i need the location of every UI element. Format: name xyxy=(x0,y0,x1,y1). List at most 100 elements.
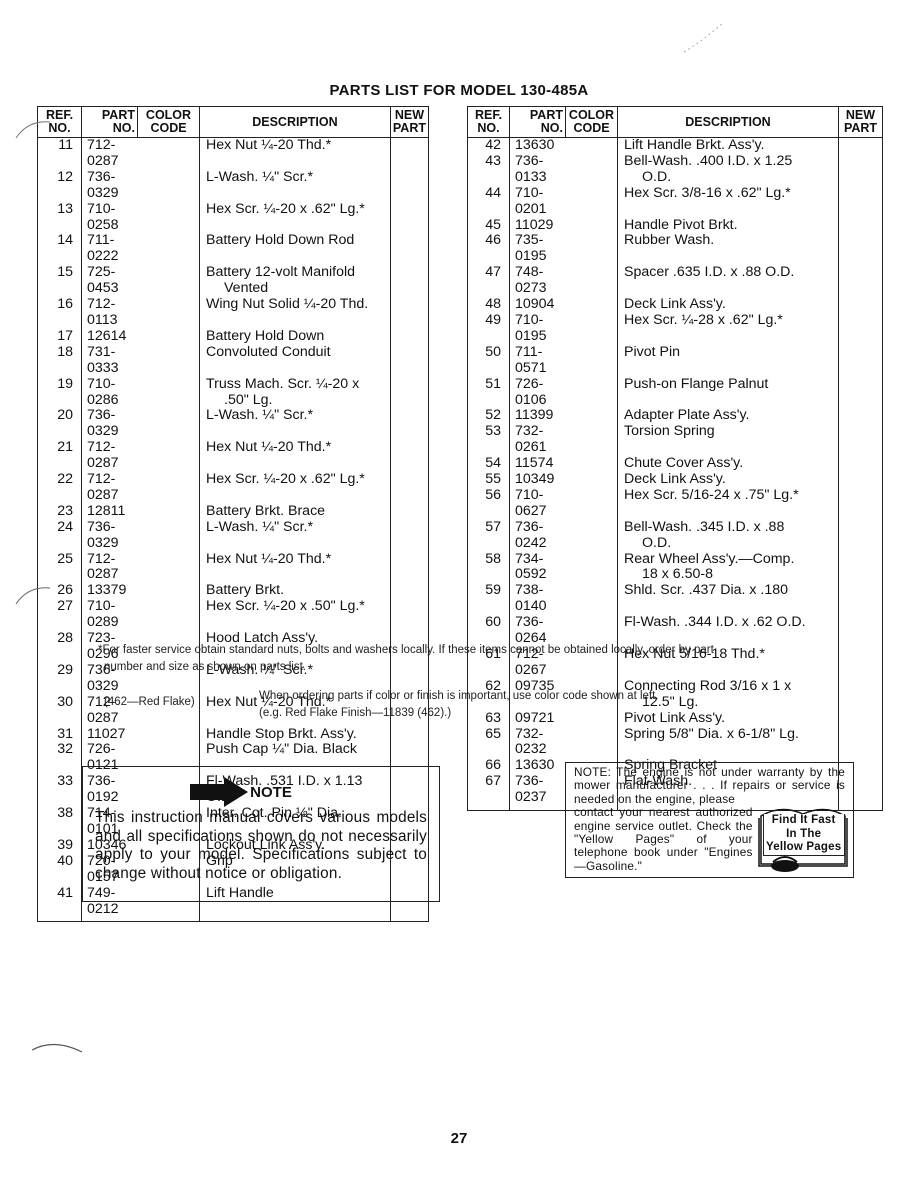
color-code-cell xyxy=(138,520,200,552)
note-title: NOTE xyxy=(250,783,292,801)
footnote-asterisk-line2: number and size as shown on parts list. xyxy=(104,661,306,673)
color-code-cell xyxy=(138,233,200,265)
badge-line2: In The xyxy=(786,827,822,840)
note-body: This instruction manual covers various m… xyxy=(95,809,427,882)
scan-mark-arc xyxy=(31,1043,83,1053)
color-code-cell xyxy=(566,583,618,615)
note-box: NOTE This instruction manual covers vari… xyxy=(82,766,440,902)
color-code-cell xyxy=(566,488,618,520)
new-part-cell xyxy=(838,710,883,727)
new-part-cell xyxy=(389,472,430,504)
table-row: 45 11029 Handle Pivot Brkt. xyxy=(467,217,883,234)
part-no-cell: 11399 xyxy=(509,408,566,425)
description-cell: Deck Link Ass'y. xyxy=(617,296,839,313)
new-part-cell xyxy=(389,519,430,552)
description-text: Deck Link Ass'y. xyxy=(624,471,726,488)
description-text: Hex Scr. 3/8-16 x .62" Lg.* xyxy=(624,184,791,201)
ref-no-cell: 22 xyxy=(37,471,82,504)
color-code-note-line1: When ordering parts if color or finish i… xyxy=(259,690,659,702)
table-row: 15 725-0453 Battery 12-volt Manifold Vented xyxy=(37,264,430,298)
description-cell: Hex Scr. 3/8-16 x .62" Lg.* xyxy=(617,184,839,218)
part-no-cell: 10904 xyxy=(509,296,566,313)
scan-mark-arc xyxy=(15,121,51,139)
description-cell: Hex Nut ¼-20 Thd.* xyxy=(199,550,391,584)
table-row: 51 726-0106 Push-on Flange Palnut xyxy=(467,376,883,409)
color-code-cell xyxy=(566,727,618,759)
new-part-cell xyxy=(838,583,883,616)
table-row: 22 712-0287 Hex Scr. ¼-20 x .62" Lg.* xyxy=(37,471,430,504)
header-new-part: NEW PART xyxy=(838,106,883,138)
new-part-cell xyxy=(838,487,883,520)
color-code-label: (462—Red Flake) xyxy=(104,696,195,708)
ref-no-cell: 43 xyxy=(467,153,510,186)
color-code-cell xyxy=(138,472,200,504)
part-no-cell: 710-0286 xyxy=(81,376,138,409)
color-code-cell xyxy=(566,456,618,472)
description-cell: Battery 12-volt Manifold Vented xyxy=(199,264,391,298)
color-code-cell xyxy=(138,440,200,472)
description-text: Chute Cover Ass'y. xyxy=(624,455,744,472)
table-row: 21 712-0287 Hex Nut ¼-20 Thd.* xyxy=(37,439,430,473)
description-text: Battery Brkt. Brace xyxy=(206,502,326,519)
description-cell: L-Wash. ¼" Scr.* xyxy=(199,169,391,202)
description-text: Truss Mach. Scr. ¼-20 x xyxy=(206,375,360,392)
color-code-cell xyxy=(138,329,200,345)
new-part-cell xyxy=(389,551,430,584)
ref-no-cell: 17 xyxy=(37,328,82,345)
ref-no-cell: 29 xyxy=(37,662,82,695)
description-text: Rear Wheel Ass'y.—Comp. xyxy=(624,550,795,567)
part-no-cell: 711-0222 xyxy=(81,233,138,266)
color-code-cell xyxy=(138,583,200,599)
header-color-code: COLOR CODE xyxy=(565,106,618,138)
new-part-cell xyxy=(838,726,883,759)
new-part-cell xyxy=(389,201,430,234)
new-part-cell xyxy=(838,647,883,679)
description-text: Battery Hold Down Rod xyxy=(206,232,355,249)
part-no-cell: 736-0329 xyxy=(81,169,138,202)
table-row: 56 710-0627 Hex Scr. 5/16-24 x .75" Lg.* xyxy=(467,487,883,520)
table-row: 14 711-0222 Battery Hold Down Rod xyxy=(37,232,430,266)
new-part-cell xyxy=(838,217,883,234)
table-row: 54 11574 Chute Cover Ass'y. xyxy=(467,455,883,473)
header-ref-no: REF. NO. xyxy=(467,106,510,138)
description-text: Spacer .635 I.D. x .88 O.D. xyxy=(624,264,795,281)
new-part-cell xyxy=(838,265,883,298)
engine-warranty-box: NOTE: The engine is not under warranty b… xyxy=(565,762,854,878)
new-part-cell xyxy=(838,408,883,425)
table-row: 16 712-0113 Wing Nut Solid ¼-20 Thd. xyxy=(37,296,430,329)
ref-no-cell: 56 xyxy=(467,487,510,520)
ref-no-cell: 41 xyxy=(37,885,82,922)
description-cell: Handle Pivot Brkt. xyxy=(617,217,839,234)
part-no-cell: 12614 xyxy=(81,328,138,345)
description-cell: Deck Link Ass'y. xyxy=(617,471,839,488)
new-part-cell xyxy=(838,424,883,457)
footnote-asterisk: *For faster service obtain standard nuts… xyxy=(98,642,714,676)
color-code-cell xyxy=(566,377,618,409)
footnote-asterisk-line1: *For faster service obtain standard nuts… xyxy=(98,644,714,656)
ref-no-cell: 19 xyxy=(37,376,82,409)
ref-no-cell: 42 xyxy=(467,137,510,154)
description-cell: Torsion Spring xyxy=(617,423,839,457)
new-part-cell xyxy=(389,328,430,345)
description-text: Hex Nut ¼-20 Thd.* xyxy=(206,550,332,567)
table-row: 50 711-0571 Pivot Pin xyxy=(467,344,883,377)
new-part-cell xyxy=(838,297,883,313)
page-title: PARTS LIST FOR MODEL 130-485A xyxy=(329,82,589,99)
ref-no-cell: 12 xyxy=(37,169,82,202)
table-row: 52 11399 Adapter Plate Ass'y. xyxy=(467,408,883,425)
ref-no-cell: 30 xyxy=(37,694,82,727)
table-row: 26 13379 Battery Brkt. xyxy=(37,582,430,600)
scan-mark-line xyxy=(683,21,725,53)
description-cell: Push-on Flange Palnut xyxy=(617,376,839,409)
description-cell: Spacer .635 I.D. x .88 O.D. xyxy=(617,264,839,298)
description-text: L-Wash. ¼" Scr.* xyxy=(206,407,314,424)
part-no-cell: 11574 xyxy=(509,455,566,473)
table-row: 65 732-0232 Spring 5/8" Dia. x 6-1/8" Lg. xyxy=(467,726,883,759)
color-code-cell xyxy=(566,154,618,186)
table-header-row: REF. NO. PART NO. COLOR CODE DESCRIPTION NE… xyxy=(37,106,430,138)
new-part-cell xyxy=(838,519,883,552)
description-cell: Battery Brkt. Brace xyxy=(199,502,391,520)
table-row: 31 11027 Handle Stop Brkt. Ass'y. xyxy=(37,726,430,743)
description-text: Deck Link Ass'y. xyxy=(624,296,726,313)
part-no-cell: 11029 xyxy=(509,217,566,234)
